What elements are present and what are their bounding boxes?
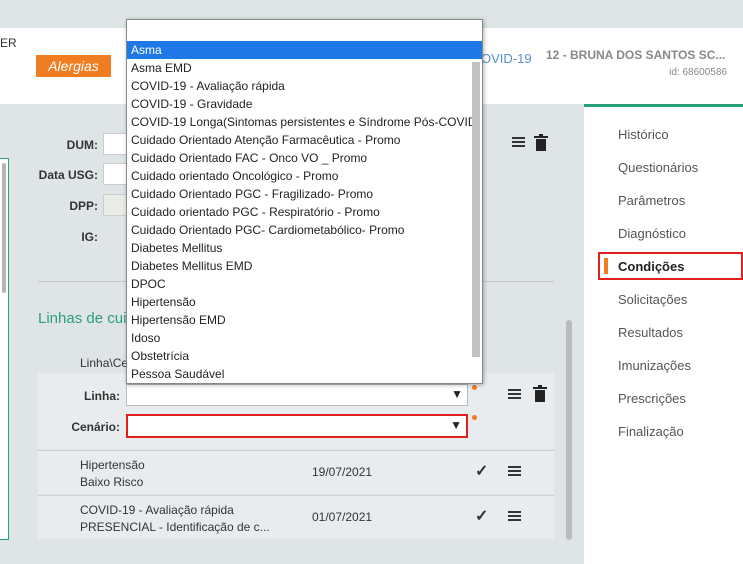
sidebar-item-questionarios[interactable]: Questionários [618, 160, 698, 175]
ig-label: IG: [81, 230, 98, 244]
alergias-badge[interactable]: Alergias [36, 55, 111, 77]
dropdown-option[interactable]: COVID-19 Longa(Sintomas persistentes e S… [127, 113, 482, 131]
content-scrollbar[interactable] [566, 320, 572, 540]
dropdown-option[interactable]: Diabetes Mellitus [127, 239, 482, 257]
dropdown-option[interactable]: Idoso [127, 329, 482, 347]
required-indicator [472, 415, 477, 420]
row-line2: PRESENCIAL - Identificação de c... [80, 520, 270, 534]
header-left-fragment: ER [0, 36, 17, 50]
cenario-label: Cenário: [71, 420, 120, 434]
dropdown-filter[interactable] [127, 20, 482, 41]
sidebar-item-imunizacoes[interactable]: Imunizações [618, 358, 691, 373]
dpp-field [103, 194, 127, 216]
care-line-selector: Linha: ▼ Cenário: ▼ [38, 373, 554, 449]
dropdown-option[interactable]: Cuidado Orientado PGC- Cardiometabólico-… [127, 221, 482, 239]
row-line1: COVID-19 - Avaliação rápida [80, 503, 234, 517]
sidebar-item-historico[interactable]: Histórico [618, 127, 669, 142]
check-icon[interactable]: ✓ [475, 506, 488, 526]
covid-tab[interactable]: OVID-19 [481, 51, 532, 66]
chevron-down-icon: ▼ [451, 387, 463, 401]
patient-id: id: 68600586 [669, 67, 727, 78]
left-scrollbar[interactable] [2, 163, 6, 293]
trash-icon[interactable] [533, 385, 547, 402]
sidebar-item-resultados[interactable]: Resultados [618, 325, 683, 340]
dropdown-option[interactable]: Asma EMD [127, 59, 482, 77]
dropdown-option[interactable]: Hipertensão EMD [127, 311, 482, 329]
dropdown-option[interactable]: Diabetes Mellitus EMD [127, 257, 482, 275]
sidebar-item-solicitacoes[interactable]: Solicitações [618, 292, 687, 307]
dropdown-option[interactable]: Asma [127, 41, 482, 59]
menu-icon[interactable] [507, 388, 521, 400]
patient-name: 12 - BRUNA DOS SANTOS SC... [546, 48, 726, 62]
table-row[interactable]: Hipertensão Baixo Risco 19/07/2021 ✓ [38, 450, 554, 494]
dropdown-option[interactable]: DPOC [127, 275, 482, 293]
sidebar-item-label: Condições [618, 259, 685, 274]
left-panel-frame [0, 158, 9, 540]
sidebar-item-diagnostico[interactable]: Diagnóstico [618, 226, 686, 241]
linha-label: Linha: [84, 389, 120, 403]
dropdown-scrollbar[interactable] [472, 62, 480, 357]
sidebar-item-prescricoes[interactable]: Prescrições [618, 391, 686, 406]
table-row[interactable]: COVID-19 - Avaliação rápida PRESENCIAL - … [38, 495, 554, 539]
dropdown-option[interactable]: Hipertensão [127, 293, 482, 311]
dum-label: DUM: [66, 138, 98, 152]
sidebar-item-finalizacao[interactable]: Finalização [618, 424, 684, 439]
sidebar: Histórico Questionários Parâmetros Diagn… [584, 104, 743, 564]
dropdown-option[interactable]: COVID-19 - Gravidade [127, 95, 482, 113]
row-date: 19/07/2021 [312, 465, 373, 479]
check-icon[interactable]: ✓ [475, 461, 488, 481]
linha-select[interactable]: ▼ [126, 384, 468, 406]
dropdown-option[interactable]: Obstetrícia [127, 347, 482, 365]
cenario-select[interactable]: ▼ [126, 414, 468, 438]
dropdown-option[interactable]: Pessoa Saudável [127, 365, 482, 383]
active-indicator [604, 258, 608, 274]
sidebar-item-condicoes[interactable]: Condições [598, 252, 743, 280]
row-line2: Baixo Risco [80, 475, 144, 489]
menu-icon[interactable] [507, 465, 521, 477]
dropdown-option[interactable]: Cuidado Orientado PGC - Fragilizado- Pro… [127, 185, 482, 203]
dropdown-option[interactable]: Cuidado orientado Oncológico - Promo [127, 167, 482, 185]
linha-column-header: Linha\Ce [80, 356, 129, 370]
trash-icon[interactable] [534, 134, 548, 151]
data-usg-field[interactable] [103, 163, 127, 185]
menu-icon[interactable] [507, 510, 521, 522]
dpp-label: DPP: [69, 199, 98, 213]
dropdown-option[interactable]: Cuidado Orientado FAC - Onco VO _ Promo [127, 149, 482, 167]
data-usg-label: Data USG: [38, 168, 98, 182]
chevron-down-icon: ▼ [450, 418, 462, 432]
dropdown-options: Asma Asma EMD COVID-19 - Avaliação rápida C… [127, 41, 482, 383]
menu-icon[interactable] [511, 136, 525, 148]
linha-dropdown-list[interactable]: Asma Asma EMD COVID-19 - Avaliação rápida C… [126, 19, 483, 384]
row-date: 01/07/2021 [312, 510, 373, 524]
required-indicator [472, 385, 477, 390]
section-title: Linhas de cui [38, 310, 127, 327]
dropdown-option[interactable]: Cuidado orientado PGC - Respiratório - P… [127, 203, 482, 221]
row-description: COVID-19 - Avaliação rápida PRESENCIAL - … [80, 502, 270, 536]
dum-field[interactable] [103, 133, 127, 155]
sidebar-item-parametros[interactable]: Parâmetros [618, 193, 685, 208]
dropdown-option[interactable]: Cuidado Orientado Atenção Farmacêutica -… [127, 131, 482, 149]
row-description: Hipertensão Baixo Risco [80, 457, 145, 491]
dropdown-option[interactable]: COVID-19 - Avaliação rápida [127, 77, 482, 95]
row-line1: Hipertensão [80, 458, 145, 472]
